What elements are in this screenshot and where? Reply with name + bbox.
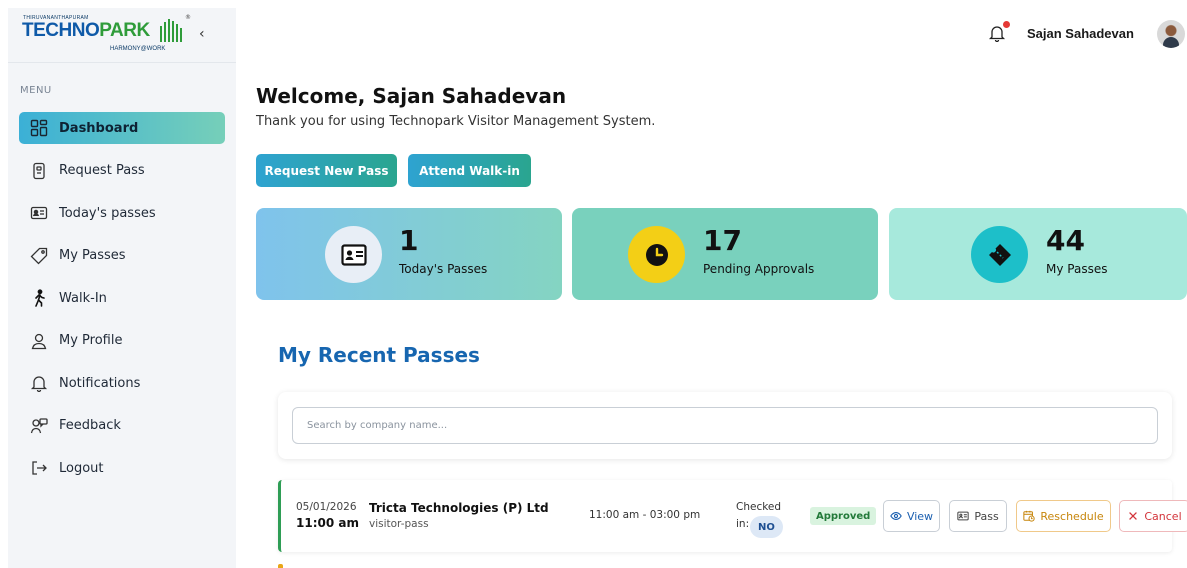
sidebar-item-logout[interactable]: Logout [19,452,225,484]
avatar[interactable] [1157,20,1185,48]
stat-card-pending-approvals[interactable]: 17 Pending Approvals [572,208,878,300]
header-user-name[interactable]: Sajan Sahadevan [1027,26,1134,41]
sidebar: THIRUVANANTHAPURAM TECHNOPARK ® HARMONY@… [8,8,236,568]
sidebar-item-label: Logout [59,460,104,476]
id-card-icon [957,511,969,521]
brand-name-part2: PARK [99,20,150,41]
page-title: Welcome, Sajan Sahadevan [256,84,567,108]
sidebar-item-label: Today's passes [59,205,156,221]
notification-dot [1003,21,1010,28]
brand-header: THIRUVANANTHAPURAM TECHNOPARK ® HARMONY@… [8,8,236,63]
sidebar-item-label: My Profile [59,333,123,348]
reschedule-label: Reschedule [1040,509,1104,523]
search-input[interactable] [292,407,1158,444]
stat-card-todays-passes[interactable]: 1 Today's Passes [256,208,562,300]
view-label: View [906,509,934,523]
ticket-icon [971,226,1028,283]
request-new-pass-button[interactable]: Request New Pass [256,154,397,187]
status-badge: Approved [810,507,877,525]
page-subtitle: Thank you for using Technopark Visitor M… [256,114,656,129]
request-pass-icon [29,161,49,181]
stat-label: My Passes [1046,262,1108,276]
cancel-button[interactable]: Cancel [1119,500,1187,532]
recent-passes-title: My Recent Passes [278,343,480,367]
tag-icon [29,246,49,266]
stat-card-my-passes[interactable]: 44 My Passes [889,208,1187,300]
reschedule-button[interactable]: Reschedule [1016,500,1111,532]
next-row-edge [278,564,283,568]
feedback-icon [29,416,49,436]
dashboard-icon [29,118,49,138]
sidebar-item-dashboard[interactable]: Dashboard [19,112,225,144]
bell-icon [29,373,49,393]
sidebar-item-label: Dashboard [59,120,139,136]
stat-value: 44 [1046,224,1085,257]
sidebar-item-my-passes[interactable]: My Passes [19,240,225,272]
search-card [278,392,1172,459]
checked-label: Checked [736,501,782,513]
pass-button[interactable]: Pass [949,500,1007,532]
sidebar-item-todays-passes[interactable]: Today's passes [19,197,225,229]
pass-type: visitor-pass [369,518,429,530]
brand-registered: ® [185,14,191,21]
id-card-icon [29,203,49,223]
walking-icon [29,288,49,308]
cancel-label: Cancel [1144,509,1182,523]
pass-label: Pass [974,509,999,523]
sidebar-item-walk-in[interactable]: Walk-In [19,282,225,314]
menu-label: MENU [20,85,52,96]
sidebar-item-request-pass[interactable]: Request Pass [19,155,225,187]
sidebar-item-label: My Passes [59,248,126,263]
sidebar-nav: Dashboard Request Pass Today's passes My… [19,112,225,495]
pass-time: 11:00 am [296,516,359,530]
pass-date: 05/01/2026 [296,501,357,513]
sidebar-item-feedback[interactable]: Feedback [19,410,225,442]
attend-walk-in-button[interactable]: Attend Walk-in [408,154,531,187]
eye-icon [890,512,902,520]
sidebar-item-label: Request Pass [59,163,145,178]
sidebar-item-label: Notifications [59,375,141,391]
checked-in-badge: NO [750,516,783,538]
id-card-icon [325,226,382,283]
sidebar-item-my-profile[interactable]: My Profile [19,325,225,357]
sidebar-collapse-button[interactable]: ‹ [199,26,205,42]
brand-name-part1: TECHNO [22,20,100,41]
pass-time-slot: 11:00 am - 03:00 pm [589,509,701,521]
view-button[interactable]: View [883,500,940,532]
brand-logo[interactable]: TECHNOPARK [22,20,150,42]
sidebar-item-label: Walk-In [59,290,107,306]
stat-label: Today's Passes [399,262,488,276]
sidebar-item-notifications[interactable]: Notifications [19,367,225,399]
close-icon [1129,512,1138,520]
logo-bars-icon [160,19,182,42]
sidebar-item-label: Feedback [59,418,121,433]
calendar-clock-icon [1023,510,1036,522]
stat-value: 17 [703,224,742,257]
stat-label: Pending Approvals [703,262,815,276]
pass-company: Tricta Technologies (P) Ltd [369,501,549,515]
pass-row: 05/01/2026 11:00 am Tricta Technologies … [278,480,1187,552]
brand-tagline: HARMONY@WORK [110,46,166,52]
logout-icon [29,458,49,478]
stat-value: 1 [399,224,419,257]
user-icon [29,331,49,351]
clock-icon [628,226,685,283]
